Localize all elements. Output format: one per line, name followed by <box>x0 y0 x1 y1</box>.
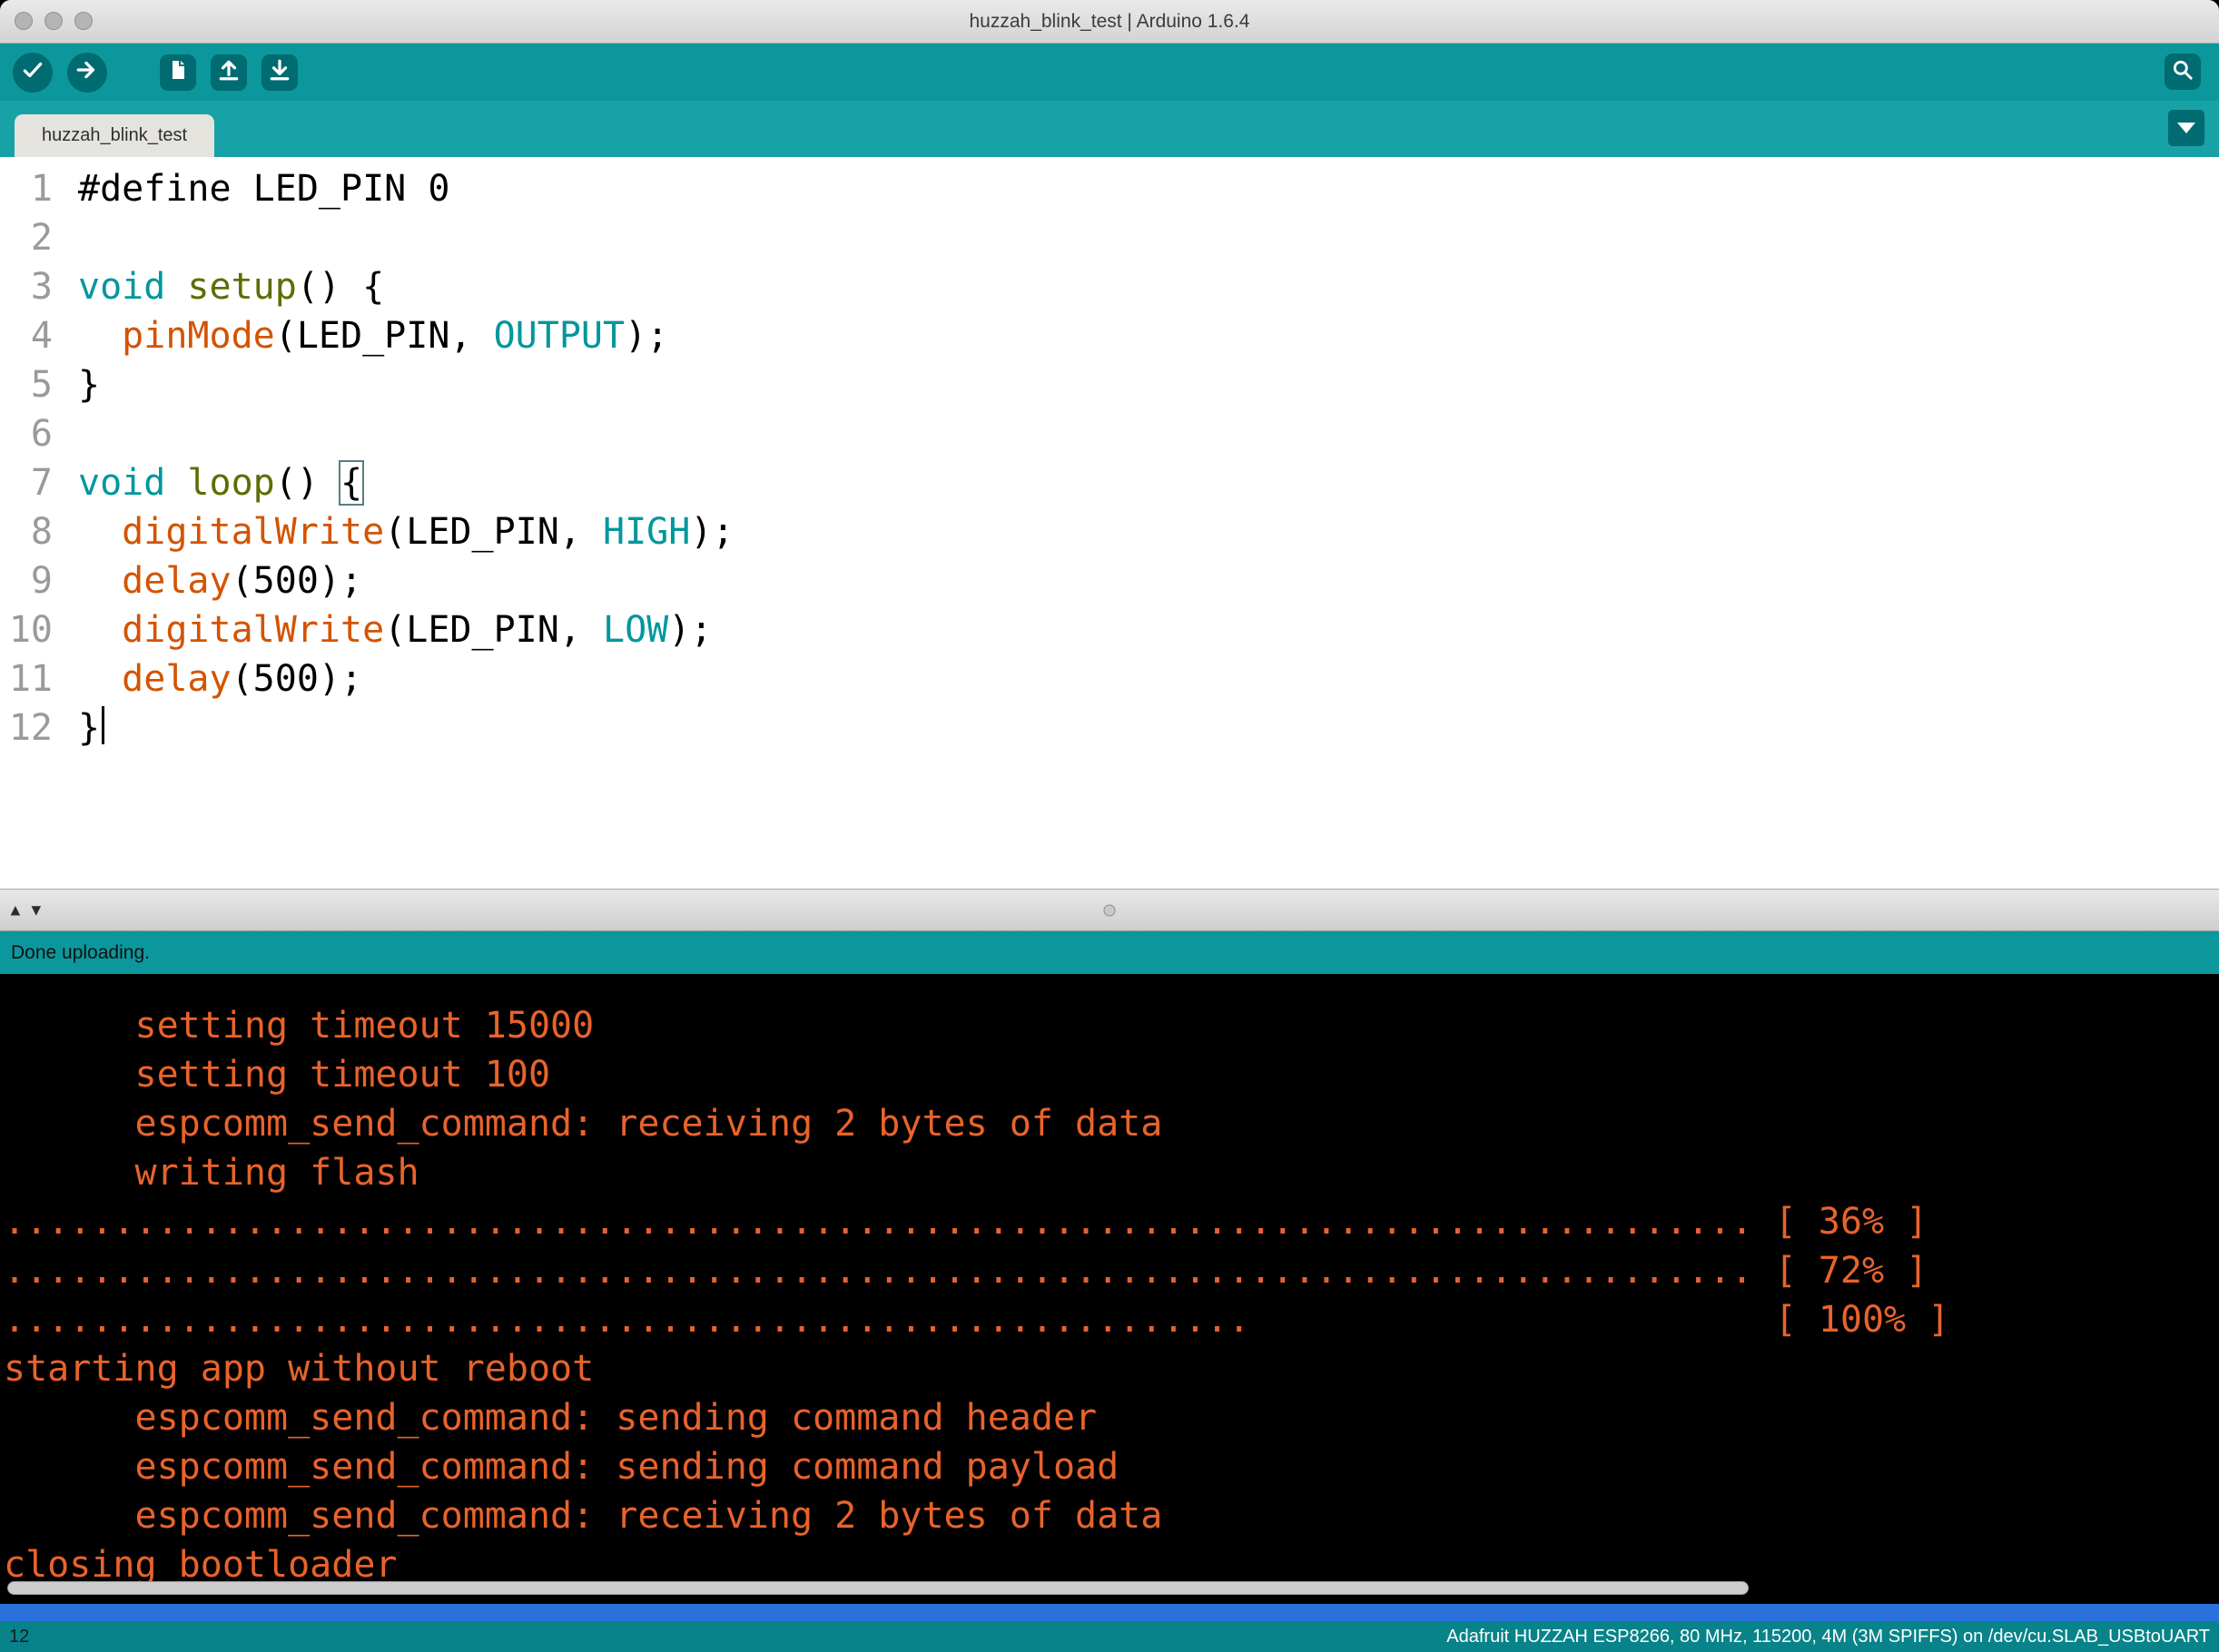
divider-grip-icon <box>1104 904 1116 916</box>
editor-line: delay(500); <box>78 556 2219 605</box>
console-line: ........................................… <box>4 1295 2219 1344</box>
minimize-button[interactable] <box>44 12 63 30</box>
upload-progress-bar <box>0 1604 2219 1621</box>
close-button[interactable] <box>15 12 33 30</box>
console-horizontal-scrollbar[interactable] <box>7 1581 1749 1595</box>
console-line: espcomm_send_command: receiving 2 bytes … <box>4 1099 2219 1148</box>
serial-monitor-button[interactable] <box>2165 54 2201 90</box>
window-title: huzzah_blink_test | Arduino 1.6.4 <box>969 11 1249 33</box>
editor-line: delay(500); <box>78 654 2219 703</box>
line-number: 10 <box>0 605 53 654</box>
tab-huzzah_blink_test[interactable]: huzzah_blink_test <box>15 114 214 157</box>
console-output[interactable]: setting timeout 15000 setting timeout 10… <box>0 974 2219 1604</box>
status-message: Done uploading. <box>11 942 150 964</box>
console-line: writing flash <box>4 1148 2219 1197</box>
status-bar: Done uploading. <box>0 931 2219 974</box>
line-number: 3 <box>0 262 53 311</box>
new-sketch-button[interactable] <box>160 54 196 91</box>
line-number: 11 <box>0 654 53 703</box>
line-number: 4 <box>0 311 53 360</box>
open-button[interactable] <box>211 54 247 91</box>
code-editor[interactable]: 123456789101112 #define LED_PIN 0void se… <box>0 157 2219 889</box>
editor-line <box>78 409 2219 458</box>
line-number: 1 <box>0 164 53 213</box>
editor-line: void loop() { <box>78 458 2219 507</box>
editor-line: } <box>78 360 2219 409</box>
toolbar <box>0 44 2219 101</box>
save-button[interactable] <box>261 54 298 91</box>
line-number: 5 <box>0 360 53 409</box>
editor-line <box>78 213 2219 262</box>
line-number: 8 <box>0 507 53 556</box>
editor-line: digitalWrite(LED_PIN, LOW); <box>78 605 2219 654</box>
editor-line: #define LED_PIN 0 <box>78 164 2219 213</box>
tabbar: huzzah_blink_test <box>0 101 2219 157</box>
zoom-button[interactable] <box>74 12 93 30</box>
traffic-lights <box>15 12 93 30</box>
line-number: 2 <box>0 213 53 262</box>
text-cursor <box>102 706 104 744</box>
document-icon <box>167 59 189 85</box>
line-number: 12 <box>0 703 53 752</box>
current-line-indicator: 12 <box>9 1627 29 1647</box>
line-number: 7 <box>0 458 53 507</box>
console-line: ........................................… <box>4 1197 2219 1246</box>
footer-bar: 12 Adafruit HUZZAH ESP8266, 80 MHz, 1152… <box>0 1621 2219 1652</box>
console-line: espcomm_send_command: receiving 2 bytes … <box>4 1491 2219 1540</box>
console-line: ........................................… <box>4 1246 2219 1295</box>
console-line: espcomm_send_command: sending command pa… <box>4 1442 2219 1491</box>
split-divider[interactable]: ▲▼ <box>0 889 2219 931</box>
line-number: 6 <box>0 409 53 458</box>
editor-line: pinMode(LED_PIN, OUTPUT); <box>78 311 2219 360</box>
arduino-window: huzzah_blink_test | Arduino 1.6.4 <box>0 0 2219 1652</box>
magnifier-icon <box>2171 58 2194 86</box>
console-line: starting app without reboot <box>4 1344 2219 1393</box>
editor-code[interactable]: #define LED_PIN 0 void setup() { pinMode(… <box>64 164 2219 889</box>
arrow-up-icon <box>217 58 241 86</box>
chevron-down-icon <box>2177 123 2195 133</box>
divider-collapse-arrows-icon[interactable]: ▲▼ <box>7 900 49 919</box>
editor-line: void setup() { <box>78 262 2219 311</box>
console-line: setting timeout 15000 <box>4 1001 2219 1050</box>
console-line: setting timeout 100 <box>4 1050 2219 1099</box>
upload-button[interactable] <box>67 53 107 93</box>
editor-gutter: 123456789101112 <box>0 164 64 889</box>
editor-line: } <box>78 703 2219 752</box>
titlebar[interactable]: huzzah_blink_test | Arduino 1.6.4 <box>0 0 2219 44</box>
console-line: espcomm_send_command: sending command he… <box>4 1393 2219 1442</box>
arrow-right-icon <box>75 58 99 86</box>
tab-label: huzzah_blink_test <box>42 125 187 146</box>
line-number: 9 <box>0 556 53 605</box>
editor-line: digitalWrite(LED_PIN, HIGH); <box>78 507 2219 556</box>
check-icon <box>21 58 44 86</box>
arrow-down-icon <box>268 58 291 86</box>
board-port-info: Adafruit HUZZAH ESP8266, 80 MHz, 115200,… <box>1446 1627 2210 1647</box>
tab-list-button[interactable] <box>2168 110 2204 146</box>
verify-button[interactable] <box>13 53 53 93</box>
